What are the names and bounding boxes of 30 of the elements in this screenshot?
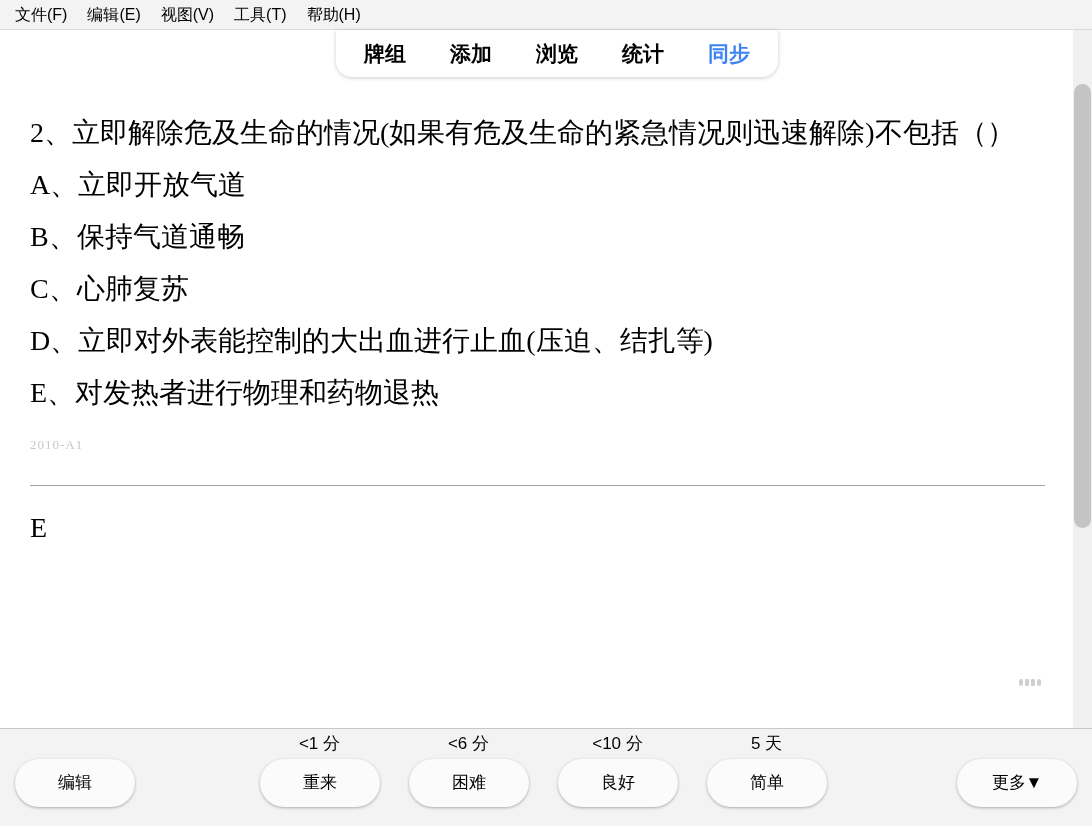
answer-button[interactable]: 良好 [557, 759, 678, 807]
menu-item[interactable]: 帮助(H) [297, 2, 370, 27]
interval-label: <6 分 [447, 734, 490, 754]
menu-item[interactable]: 编辑(E) [78, 2, 150, 27]
edit-button[interactable]: 编辑 [15, 759, 135, 807]
interval-label: 5 天 [750, 734, 783, 754]
answer-option: D、立即对外表能控制的大出血进行止血(压迫、结扎等) [30, 315, 1045, 367]
more-button[interactable]: 更多▼ [957, 759, 1077, 807]
answer-button[interactable]: 重来 [259, 759, 380, 807]
toolbar-link[interactable]: 添加 [449, 37, 492, 70]
toolbar-link[interactable]: 统计 [621, 37, 664, 70]
toolbar-link[interactable]: 浏览 [535, 37, 578, 70]
toolbar-link[interactable]: 牌组 [363, 37, 406, 70]
answer-button[interactable]: 简单 [706, 759, 827, 807]
question-text: 2、立即解除危及生命的情况(如果有危及生命的紧急情况则迅速解除)不包括（） [30, 116, 1016, 150]
interval-label: <1 分 [298, 734, 341, 754]
resize-grip-icon[interactable] [1019, 679, 1041, 686]
menu-item[interactable]: 视图(V) [151, 2, 224, 27]
answer-option: A、立即开放气道 [30, 159, 1045, 211]
answer-option: E、对发热者进行物理和药物退热 [30, 367, 1045, 419]
toolbar-link[interactable]: 同步 [707, 37, 750, 70]
scrollbar-thumb[interactable] [1074, 84, 1091, 528]
interval-label: <10 分 [592, 734, 643, 754]
answer-text: E [30, 511, 49, 545]
answer-option: B、保持气道通畅 [30, 211, 1045, 263]
menu-item[interactable]: 文件(F) [6, 2, 77, 27]
answer-option: C、心肺复苏 [30, 263, 1045, 315]
scrollbar[interactable] [1073, 30, 1092, 728]
menu-item[interactable]: 工具(T) [225, 2, 296, 27]
answer-button[interactable]: 困难 [408, 759, 529, 807]
